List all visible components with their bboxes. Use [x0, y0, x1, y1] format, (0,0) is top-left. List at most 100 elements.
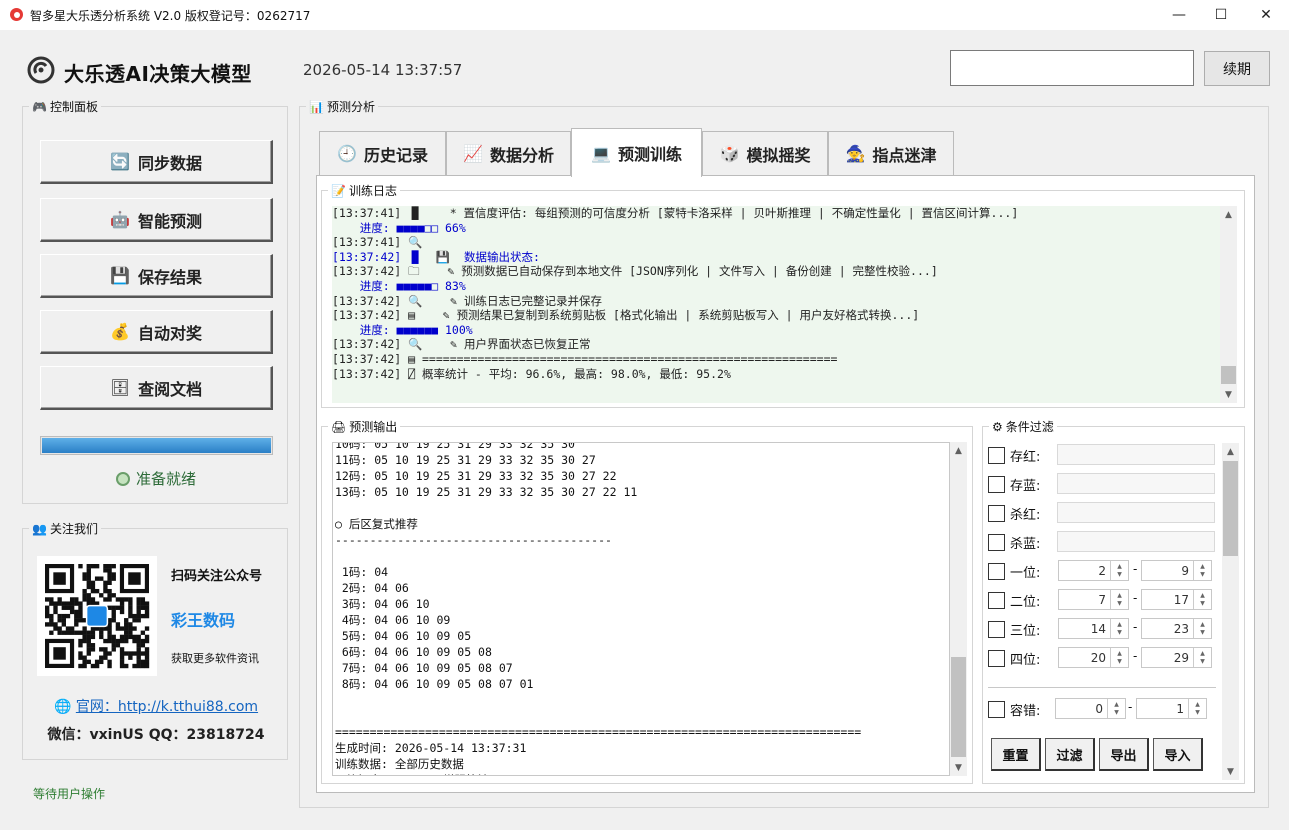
tab-history[interactable]: 🕘 历史记录 [319, 131, 446, 175]
prediction-output-textbox[interactable]: 10码: 05 10 19 25 31 29 33 32 35 30 11码: 0… [332, 442, 950, 776]
keep-blue-input[interactable] [1057, 473, 1215, 494]
output-line: ○ 后区复式推荐 [335, 517, 418, 531]
scroll-up-icon[interactable]: ▲ [1222, 443, 1239, 460]
pos4-max-stepper[interactable]: 29 ▲ ▼ [1141, 647, 1212, 668]
pos3-checkbox[interactable] [988, 620, 1005, 638]
pos4-checkbox[interactable] [988, 649, 1005, 667]
stepper-arrows-icon[interactable]: ▲ ▼ [1110, 619, 1128, 638]
output-scrollbar[interactable]: ▲ ▼ [950, 442, 967, 776]
stepper-arrows-icon[interactable]: ▲ ▼ [1110, 590, 1128, 609]
log-line: [13:37:42] ⍁ 概率统计 - 平均: 96.6%, 最高: 98.0%… [332, 366, 731, 381]
smart-predict-button[interactable]: 🤖 智能预测 [40, 198, 273, 242]
keep-red-input[interactable] [1057, 444, 1215, 465]
more-info-text: 获取更多软件资讯 [171, 652, 259, 665]
scroll-down-icon[interactable]: ▼ [1220, 386, 1237, 403]
progress-bar [40, 436, 273, 455]
auto-check-button[interactable]: 💰 自动对奖 [40, 310, 273, 354]
pos3-max-stepper[interactable]: 23 ▲ ▼ [1141, 618, 1212, 639]
maximize-button[interactable]: ☐ [1198, 0, 1244, 30]
control-panel-label: 控制面板 [49, 100, 98, 114]
pos3-min-stepper[interactable]: 14 ▲ ▼ [1058, 618, 1129, 639]
reset-button[interactable]: 重置 [991, 738, 1041, 771]
tolerance-min-stepper[interactable]: 0 ▲ ▼ [1055, 698, 1126, 719]
close-button[interactable]: ✕ [1243, 0, 1289, 30]
export-button[interactable]: 导出 [1099, 738, 1149, 771]
filter-row-kill-red: 杀红: [988, 502, 1040, 524]
chart-icon: 📈 [463, 144, 483, 163]
pos2-max-stepper[interactable]: 17 ▲ ▼ [1141, 589, 1212, 610]
tab-prediction-training[interactable]: 💻 预测训练 [571, 128, 702, 177]
pos4-min-stepper[interactable]: 20 ▲ ▼ [1058, 647, 1129, 668]
log-line: [13:37:42] 🔍 ✎ 训练日志已完整记录并保存 [332, 293, 603, 308]
kill-blue-checkbox[interactable] [988, 533, 1005, 551]
output-line: 8码: 04 06 10 09 05 08 07 01 [335, 677, 534, 691]
pos1-max-stepper[interactable]: 9 ▲ ▼ [1141, 560, 1212, 581]
scroll-up-icon[interactable]: ▲ [1220, 206, 1237, 223]
scroll-thumb[interactable] [1221, 366, 1236, 384]
pos1-min-stepper[interactable]: 2 ▲ ▼ [1058, 560, 1129, 581]
import-button[interactable]: 导入 [1153, 738, 1203, 771]
filter-scrollbar[interactable]: ▲ ▼ [1222, 443, 1239, 780]
scroll-up-icon[interactable]: ▲ [950, 442, 967, 459]
scroll-down-icon[interactable]: ▼ [1222, 763, 1239, 780]
money-bag-icon: 💰 [110, 322, 130, 341]
minimize-button[interactable]: — [1156, 0, 1202, 30]
tab-simulated-draw[interactable]: 🎲 模拟摇奖 [702, 131, 828, 175]
tab-data-analysis[interactable]: 📈 数据分析 [446, 131, 571, 175]
training-log-label: 训练日志 [348, 184, 397, 198]
sync-icon: 🔄 [110, 152, 130, 171]
stepper-arrows-icon[interactable]: ▲ ▼ [1107, 699, 1125, 718]
pos2-checkbox[interactable] [988, 591, 1005, 609]
filter-row-tolerance: 容错: [988, 698, 1040, 720]
stepper-arrows-icon[interactable]: ▲ ▼ [1193, 590, 1211, 609]
log-scrollbar[interactable]: ▲ ▼ [1220, 206, 1237, 403]
tab-guidance[interactable]: 🧙 指点迷津 [828, 131, 954, 175]
view-docs-button[interactable]: 🗄 查阅文档 [40, 366, 273, 410]
cube-icon: 🎲 [719, 144, 740, 163]
save-icon: 💾 [110, 266, 130, 285]
stepper-arrows-icon[interactable]: ▲ ▼ [1193, 619, 1211, 638]
follow-us-label: 关注我们 [49, 522, 98, 536]
scroll-thumb[interactable] [1223, 461, 1238, 556]
stepper-arrows-icon[interactable]: ▲ ▼ [1188, 699, 1206, 718]
output-line: 训练数据: 全部历史数据 [335, 757, 464, 771]
prediction-output-label: 预测输出 [349, 420, 398, 434]
stepper-arrows-icon[interactable]: ▲ ▼ [1110, 561, 1128, 580]
output-line: 1码: 04 [335, 565, 389, 579]
clock-icon: 🕘 [337, 144, 357, 163]
output-line: 7码: 04 06 10 09 05 08 07 [335, 661, 513, 675]
kill-red-checkbox[interactable] [988, 504, 1005, 522]
stepper-arrows-icon[interactable]: ▲ ▼ [1193, 648, 1211, 667]
filter-row-keep-blue: 存蓝: [988, 473, 1040, 495]
scroll-down-icon[interactable]: ▼ [950, 759, 967, 776]
output-line: 3码: 04 06 10 [335, 597, 430, 611]
scroll-thumb[interactable] [951, 657, 966, 757]
log-line: 进度: ■■■■■□ 83% [332, 278, 466, 293]
current-datetime: 2026-05-14 13:37:57 [303, 61, 463, 79]
stepper-arrows-icon[interactable]: ▲ ▼ [1193, 561, 1211, 580]
bot-icon: 🧙 [845, 144, 866, 163]
output-line: 13码: 05 10 19 25 31 29 33 32 35 30 27 22… [335, 485, 638, 499]
stepper-arrows-icon[interactable]: ▲ ▼ [1110, 648, 1128, 667]
output-line: ---------------------------------------- [335, 533, 612, 547]
ready-status: 准备就绪 [23, 468, 289, 489]
sync-data-button[interactable]: 🔄 同步数据 [40, 140, 273, 184]
keep-blue-checkbox[interactable] [988, 475, 1005, 493]
pos1-checkbox[interactable] [988, 562, 1005, 580]
tolerance-max-stepper[interactable]: 1 ▲ ▼ [1136, 698, 1207, 719]
save-result-button[interactable]: 💾 保存结果 [40, 254, 273, 298]
kill-blue-input[interactable] [1057, 531, 1215, 552]
license-input[interactable] [959, 57, 1183, 79]
renew-button[interactable]: 续期 [1204, 51, 1270, 86]
filter-button[interactable]: 过滤 [1045, 738, 1095, 771]
printer-icon: 🖨 [331, 419, 347, 434]
website-link[interactable]: 🌐 官网：http://k.tthui88.com [23, 696, 289, 716]
log-line: [13:37:42] ▐▌ 💾 数据输出状态: [332, 249, 540, 264]
keep-red-checkbox[interactable] [988, 446, 1005, 464]
license-field[interactable] [950, 50, 1194, 86]
kill-red-input[interactable] [1057, 502, 1215, 523]
tolerance-checkbox[interactable] [988, 700, 1005, 718]
pos2-min-stepper[interactable]: 7 ▲ ▼ [1058, 589, 1129, 610]
training-log-textbox[interactable]: [13:37:41] ▐▌ * 置信度评估: 每组预测的可信度分析 [蒙特卡洛采… [332, 206, 1220, 403]
